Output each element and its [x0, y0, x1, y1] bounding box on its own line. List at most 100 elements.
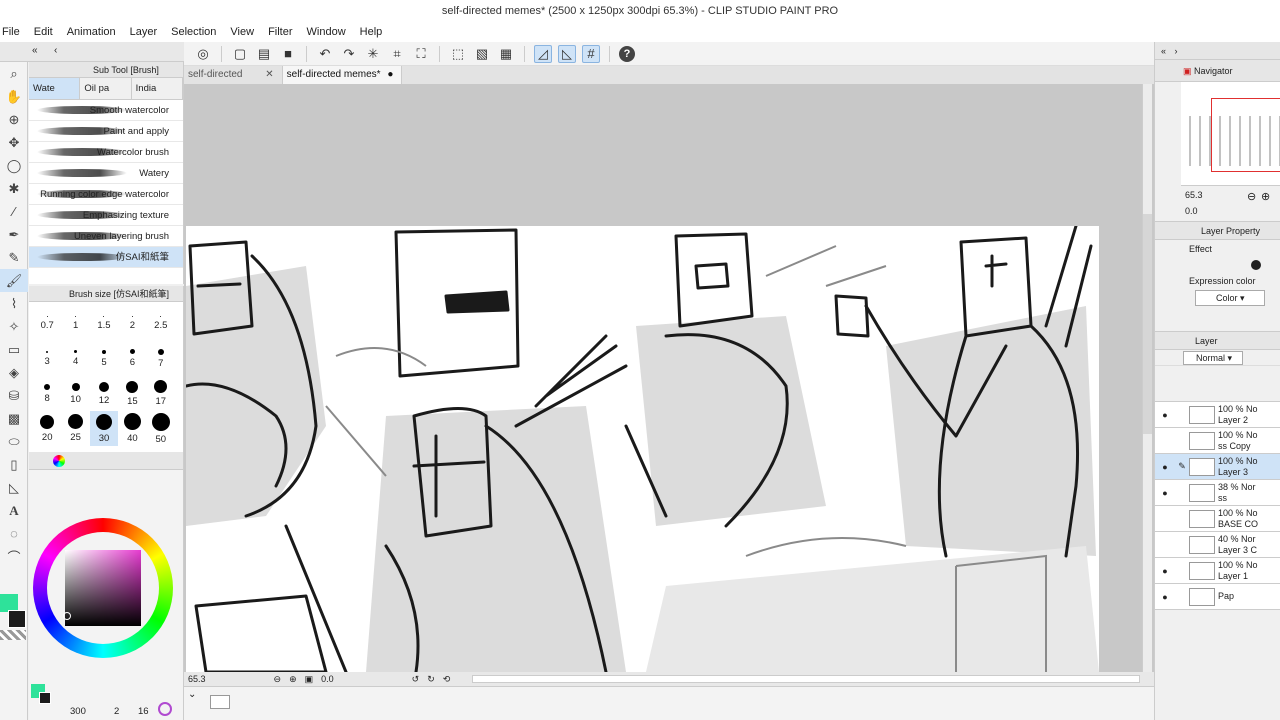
blend-icon[interactable]: ◈	[0, 361, 28, 384]
auto-select-icon[interactable]: ✱	[0, 177, 28, 200]
eye-icon[interactable]: ●	[1155, 488, 1175, 498]
eye-icon[interactable]: ●	[1155, 592, 1175, 602]
expression-color-select[interactable]: Color ▾	[1195, 290, 1265, 306]
clip-studio-icon[interactable]: ◎	[194, 45, 212, 63]
artboard-sketch[interactable]	[186, 226, 1099, 672]
timeline-icon[interactable]	[210, 695, 230, 709]
layer-row[interactable]: 100 % No BASE CO	[1155, 506, 1280, 532]
brush-tool-icon[interactable]: 🖌	[0, 269, 28, 292]
horizontal-scrollbar[interactable]	[472, 675, 1140, 683]
snap-special-ruler-icon[interactable]: ◺	[558, 44, 576, 63]
brush-size-option[interactable]: 7	[147, 341, 175, 376]
fit-icon[interactable]: ▣	[305, 674, 314, 685]
correct-line-icon[interactable]: ⌒	[0, 545, 28, 568]
doc-tab[interactable]: self-directed ✕	[184, 66, 283, 84]
fill-icon[interactable]: ⛁	[0, 384, 28, 407]
brush-size-option[interactable]: 40	[118, 411, 146, 446]
zoom-tool-icon[interactable]: ⌕	[0, 62, 28, 85]
snap-grid-icon[interactable]: #	[582, 44, 600, 63]
brush-item[interactable]: Smooth watercolor	[29, 100, 183, 121]
chevron-left-icon[interactable]: ‹	[54, 45, 57, 56]
brush-size-option[interactable]: 0.7	[33, 306, 61, 341]
brush-size-option[interactable]: 30	[89, 411, 119, 446]
new-file-icon[interactable]: ▢	[231, 45, 249, 63]
color-wheel-tab-icon[interactable]	[53, 455, 65, 467]
close-tab-icon[interactable]: ✕	[265, 69, 273, 80]
move-layer-icon[interactable]: ✥	[0, 131, 28, 154]
zoom-value[interactable]: 65.3	[188, 674, 206, 684]
brush-size-option[interactable]: 2	[118, 306, 146, 341]
color-picker-handle[interactable]	[63, 612, 71, 620]
crop-icon[interactable]: ⌗	[388, 45, 406, 63]
color-history-icon[interactable]	[158, 702, 172, 716]
expand-down-icon[interactable]: ⌄	[188, 689, 196, 700]
brush-size-option[interactable]: 6	[118, 341, 146, 376]
zoom-out-icon[interactable]: ⊖	[274, 674, 282, 685]
eyedropper-icon[interactable]: ⁄	[0, 200, 28, 223]
reset-rotation-icon[interactable]: ⟲	[443, 674, 451, 685]
brush-size-option[interactable]: 5	[90, 341, 118, 376]
figure-icon[interactable]: ⬭	[0, 430, 28, 453]
menu-window[interactable]: Window	[300, 22, 353, 42]
brush-size-option[interactable]: 50	[147, 411, 175, 446]
menu-edit[interactable]: Edit	[27, 22, 60, 42]
save-icon[interactable]: ■	[279, 45, 297, 63]
canvas-area[interactable]	[184, 84, 1154, 672]
selection-tool-icon[interactable]: ◯	[0, 154, 28, 177]
brush-item[interactable]: Running color edge watercolor	[29, 184, 183, 205]
redo-icon[interactable]: ↷	[340, 45, 358, 63]
decoration-icon[interactable]: ✧	[0, 315, 28, 338]
brush-item[interactable]: Paint and apply	[29, 121, 183, 142]
doc-tab-active[interactable]: self-directed memes* ●	[282, 66, 403, 84]
brush-size-option[interactable]: 1.5	[90, 306, 118, 341]
brush-size-option[interactable]: 20	[33, 411, 61, 446]
brush-item[interactable]: Watercolor brush	[29, 142, 183, 163]
brush-item[interactable]: 仿SAI和紙筆	[29, 247, 183, 268]
brush-item[interactable]: Watery	[29, 163, 183, 184]
vertical-scrollbar[interactable]	[1142, 84, 1152, 672]
nav-zoom-in-icon[interactable]: ⊕	[1261, 190, 1270, 203]
sub-color-swatch[interactable]	[8, 610, 26, 628]
rotate-left-icon[interactable]: ↺	[412, 674, 420, 685]
chevron-right-icon[interactable]: ›	[1175, 46, 1178, 56]
hand-tool-icon[interactable]: ✋	[0, 85, 28, 108]
nav-zoom-out-icon[interactable]: ⊖	[1247, 190, 1256, 203]
brush-size-option[interactable]: 3	[33, 341, 61, 376]
subtool-tab-oil[interactable]: Oil pa	[80, 78, 132, 99]
brush-size-option[interactable]: 17	[147, 376, 175, 411]
brush-size-option[interactable]: 4	[61, 341, 89, 376]
menu-layer[interactable]: Layer	[123, 22, 165, 42]
brush-size-option[interactable]: 10	[61, 376, 89, 411]
layer-row[interactable]: ● 38 % Nor ss	[1155, 480, 1280, 506]
eraser-icon[interactable]: ▭	[0, 338, 28, 361]
layer-property-tab[interactable]: Layer Property	[1155, 222, 1280, 240]
brush-item[interactable]: Emphasizing texture	[29, 205, 183, 226]
eye-icon[interactable]: ●	[1155, 462, 1175, 472]
menu-selection[interactable]: Selection	[164, 22, 223, 42]
airbrush-icon[interactable]: ⌇	[0, 292, 28, 315]
rotate-right-icon[interactable]: ↻	[427, 674, 435, 685]
collapse-left-icon[interactable]: «	[32, 45, 38, 56]
layer-tab[interactable]: Layer	[1155, 332, 1280, 350]
deselect-icon[interactable]: ⬚	[449, 45, 467, 63]
pencil-tool-icon[interactable]: ✎	[0, 246, 28, 269]
menu-animation[interactable]: Animation	[60, 22, 123, 42]
undo-icon[interactable]: ↶	[316, 45, 334, 63]
color-saturation-square[interactable]	[65, 550, 141, 626]
transform-icon[interactable]: ⛶	[412, 45, 430, 63]
brush-size-option[interactable]: 25	[61, 411, 89, 446]
subtool-tab-india[interactable]: India	[132, 78, 183, 99]
snap-ruler-icon[interactable]: ◿	[534, 44, 552, 63]
effect-border-icon[interactable]	[1251, 260, 1261, 270]
text-tool-icon[interactable]: A	[0, 499, 28, 522]
collapse-right-icon[interactable]: «	[1161, 46, 1166, 56]
eye-icon[interactable]: ●	[1155, 410, 1175, 420]
brush-item[interactable]: Uneven layering brush	[29, 226, 183, 247]
nav-angle-value[interactable]: 0.0	[1185, 206, 1198, 216]
menu-file[interactable]: File	[0, 22, 27, 42]
layer-row[interactable]: ● 100 % No Layer 2	[1155, 402, 1280, 428]
invert-selection-icon[interactable]: ▧	[473, 45, 491, 63]
layer-row[interactable]: 40 % Nor Layer 3 C	[1155, 532, 1280, 558]
subtool-tab-watercolor[interactable]: Wate	[29, 78, 81, 99]
frame-icon[interactable]: ▯	[0, 453, 28, 476]
